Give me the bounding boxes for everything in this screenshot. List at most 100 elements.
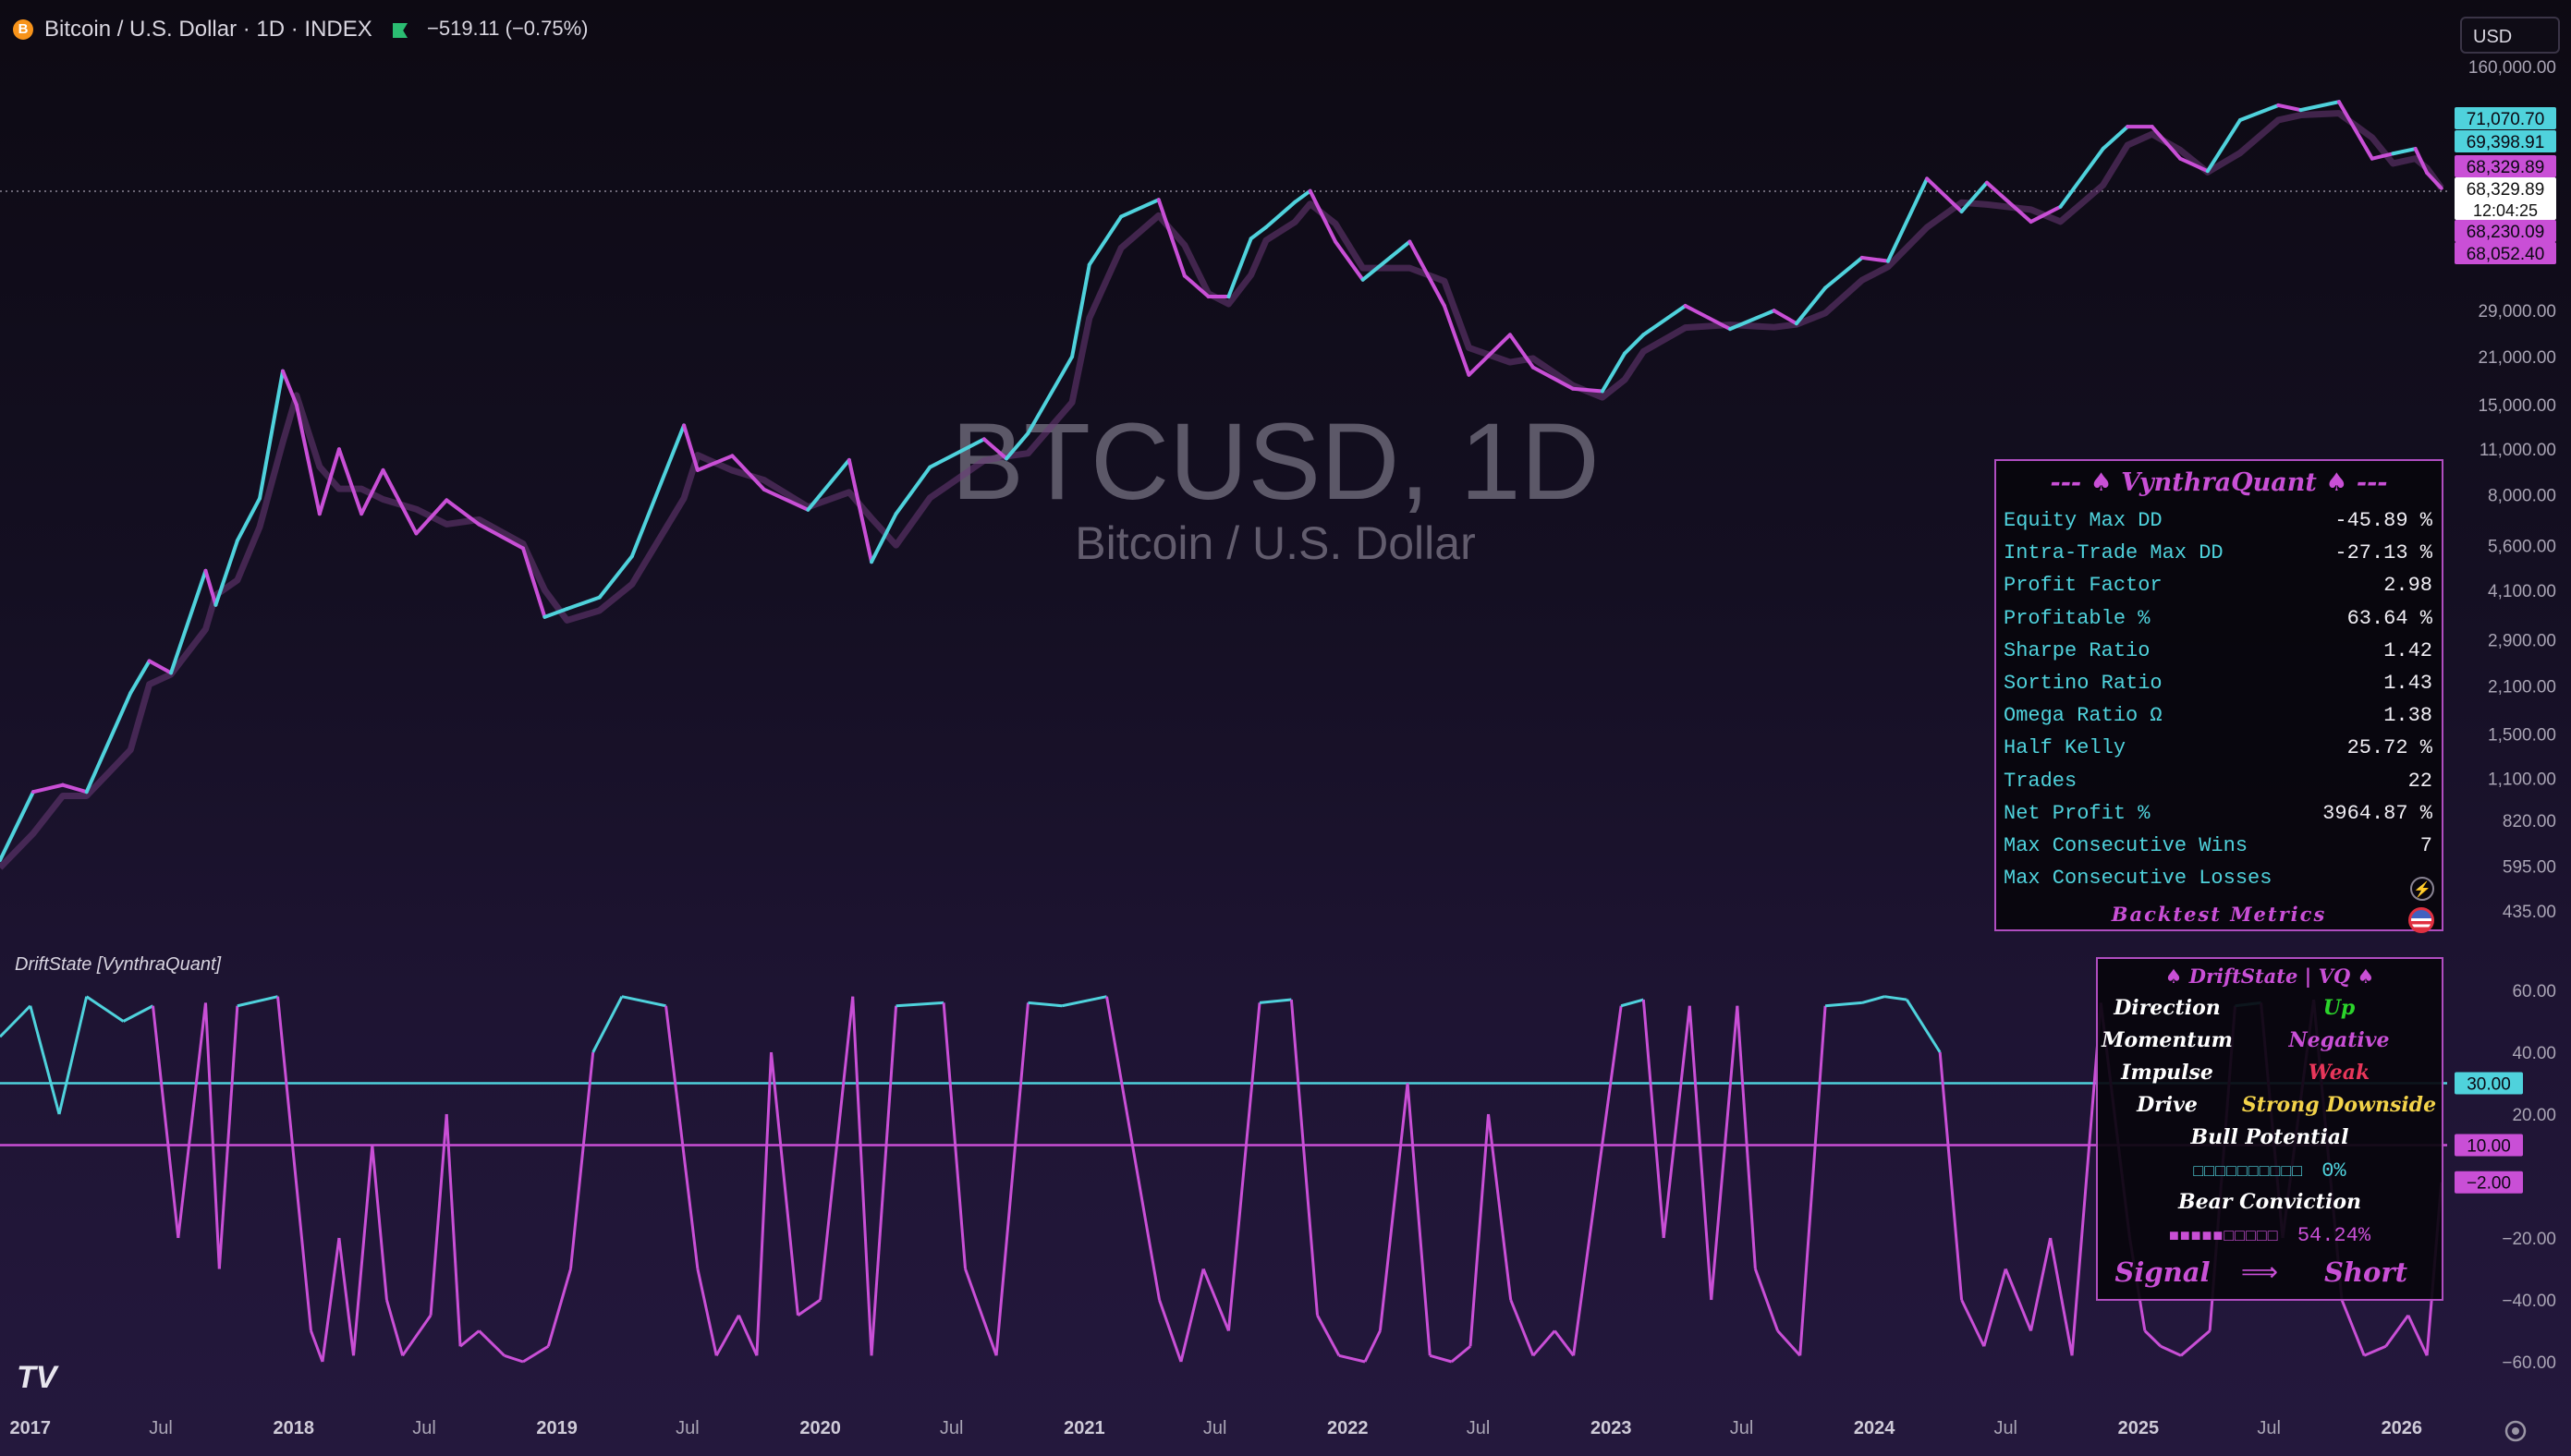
price-segment <box>1360 239 1412 282</box>
metrics-row-value: 3964.87 % <box>2322 801 2432 825</box>
indicator-segment <box>621 995 666 1008</box>
indicator-segment <box>371 1145 388 1301</box>
price-segment <box>1119 198 1161 219</box>
price-y-tick: 4,100.00 <box>2488 582 2556 601</box>
bear-conviction-label: Bear Conviction <box>2178 1190 2361 1214</box>
indicator-segment <box>1883 995 1907 1001</box>
time-tick: Jul <box>676 1418 700 1438</box>
indicator-level-tag-label: 10.00 <box>2467 1137 2511 1157</box>
metrics-row-label: Max Consecutive Losses <box>2004 867 2272 891</box>
indicator-segment <box>1316 1315 1341 1357</box>
indicator-segment <box>870 1005 898 1356</box>
indicator-segment <box>1406 1083 1432 1356</box>
indicator-segment <box>1861 995 1885 1004</box>
price-segment <box>1925 176 1964 213</box>
indicator-segment <box>569 1051 595 1269</box>
indicator-segment <box>1554 1329 1575 1357</box>
time-tick: 2018 <box>273 1418 314 1438</box>
price-y-tick: 11,000.00 <box>2480 441 2556 460</box>
indicator-segment <box>1363 1329 1382 1363</box>
indicator-segment <box>546 1268 572 1347</box>
metrics-row-value: 25.72 % <box>2346 736 2432 760</box>
price-tag-countdown: 12:04:25 <box>2473 201 2538 220</box>
metrics-row-value: 7 <box>2419 834 2432 857</box>
indicator-segment <box>1572 1005 1623 1356</box>
indicator-segment <box>152 1005 180 1239</box>
price-tag-label: 68,329.89 <box>2467 180 2545 200</box>
price-segment <box>2058 147 2105 209</box>
indicator-segment <box>445 1113 462 1347</box>
indicator-segment <box>1450 1345 1471 1364</box>
price-segment <box>169 568 208 675</box>
impulse-value: Weak <box>2308 1061 2370 1085</box>
settings-icon[interactable] <box>2504 1420 2527 1442</box>
time-tick: Jul <box>1730 1418 1754 1438</box>
indicator-segment <box>276 996 312 1331</box>
metrics-row-label: Profitable % <box>2004 606 2151 630</box>
price-segment <box>60 783 89 795</box>
indicator-segment <box>851 996 873 1356</box>
time-tick: Jul <box>1993 1418 2017 1438</box>
indicator-segment <box>504 1353 524 1364</box>
indicator-segment <box>942 1002 968 1269</box>
indicator-segment <box>714 1315 740 1357</box>
indicator-title: DriftState [VynthraQuant] <box>15 954 222 975</box>
impulse-label: Impulse <box>2121 1061 2213 1085</box>
price-segment <box>2237 103 2281 122</box>
metrics-row-label: Trades <box>2004 769 2078 793</box>
time-axis[interactable]: 2017 Jul 2018 Jul 2019 Jul 2020 Jul 2021 Jul 2022 J… <box>10 1418 2423 1438</box>
indicator-segment <box>1776 1329 1801 1357</box>
price-segment <box>682 423 700 472</box>
indicator-segment <box>1179 1268 1205 1363</box>
indicator-segment <box>591 996 624 1053</box>
indicator-segment <box>1201 1268 1230 1332</box>
indicator-segment <box>1620 998 1644 1008</box>
price-y-tick: 2,900.00 <box>2488 631 2556 650</box>
bull-potential-bar: □□□□□□□□□□ <box>2193 1161 2304 1180</box>
indicator-segment <box>1688 1005 1713 1301</box>
price-y-tick: 5,600.00 <box>2488 538 2556 557</box>
time-tick: 2023 <box>1590 1418 1632 1438</box>
metrics-row: Equity Max DD -45.89 % <box>1996 509 2442 541</box>
metrics-row: Profitable % 63.64 % <box>1996 607 2442 639</box>
indicator-segment <box>896 1001 944 1008</box>
price-y-tick: 595.00 <box>2503 858 2556 878</box>
indicator-segment <box>1105 996 1161 1301</box>
price-segment <box>203 568 218 607</box>
price-tag-label: 68,329.89 <box>2467 158 2545 177</box>
drive-value: Strong Downside <box>2241 1093 2437 1117</box>
indicator-segment <box>770 1051 799 1316</box>
indicator-segment <box>1960 1299 1986 1347</box>
indicator-segment <box>478 1329 506 1357</box>
metrics-row-label: Omega Ratio Ω <box>2004 704 2163 728</box>
indicator-segment <box>384 1299 405 1356</box>
price-segment <box>2391 147 2418 156</box>
price-y-tick: 160,000.00 <box>2468 58 2556 78</box>
tradingview-logo[interactable]: TV <box>17 1360 60 1395</box>
indicator-segment <box>2029 1237 2053 1331</box>
indicator-segment <box>337 1237 356 1356</box>
indicator-segment <box>664 1005 700 1269</box>
price-tags: 71,070.7069,398.9168,329.8968,329.8912:0… <box>2455 107 2556 264</box>
time-tick: 2019 <box>536 1418 578 1438</box>
price-segment <box>213 539 239 607</box>
lightning-icon[interactable]: ⚡ <box>2410 877 2434 901</box>
indicator-segment <box>401 1314 433 1357</box>
indicator-segment <box>2363 1344 2387 1357</box>
metrics-row-value: 63.64 % <box>2346 606 2432 630</box>
momentum-value: Negative <box>2288 1028 2390 1052</box>
metrics-row: Max Consecutive Losses <box>1996 867 2442 899</box>
price-segment <box>565 595 602 612</box>
backtest-metrics-panel: --- ♠ VynthraQuant ♠ --- Equity Max DD -4… <box>1994 459 2443 933</box>
flag-us-icon[interactable] <box>2408 907 2434 933</box>
price-segment <box>1772 309 1798 326</box>
price-segment <box>414 498 449 536</box>
metrics-row: Sortino Ratio 1.43 <box>1996 672 2442 704</box>
metrics-row: Net Profit % 3964.87 % <box>1996 802 2442 834</box>
time-tick: 2020 <box>799 1418 841 1438</box>
indicator-segment <box>177 1002 207 1239</box>
metrics-row: Intra-Trade Max DD -27.13 % <box>1996 541 2442 574</box>
indicator-y-tick: −20.00 <box>2502 1230 2556 1249</box>
indicator-segment <box>1736 1005 1757 1269</box>
indicator-y-tick: 20.00 <box>2512 1106 2556 1125</box>
